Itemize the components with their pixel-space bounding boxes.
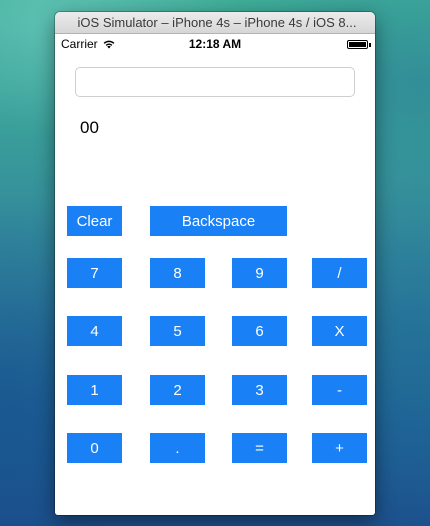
battery-level: [349, 42, 366, 47]
digit-3-button[interactable]: 3: [232, 375, 287, 405]
digit-4-button[interactable]: 4: [67, 316, 122, 346]
divide-button[interactable]: /: [312, 258, 367, 288]
minus-button[interactable]: -: [312, 375, 367, 405]
digit-9-button[interactable]: 9: [232, 258, 287, 288]
calculator-input-field[interactable]: [75, 67, 355, 97]
battery-tip: [369, 43, 371, 47]
digit-5-button[interactable]: 5: [150, 316, 205, 346]
simulator-window: iOS Simulator – iPhone 4s – iPhone 4s / …: [55, 12, 375, 515]
iphone-screen: Carrier 12:18 AM 00 Clear Backspace 7 8 …: [55, 34, 375, 515]
multiply-button[interactable]: X: [312, 316, 367, 346]
equals-button[interactable]: =: [232, 433, 287, 463]
status-time: 12:18 AM: [188, 37, 242, 51]
result-display: 00: [80, 118, 99, 137]
digit-7-button[interactable]: 7: [67, 258, 122, 288]
backspace-button[interactable]: Backspace: [150, 206, 287, 236]
digit-0-button[interactable]: 0: [67, 433, 122, 463]
digit-2-button[interactable]: 2: [150, 375, 205, 405]
clear-button[interactable]: Clear: [67, 206, 122, 236]
digit-8-button[interactable]: 8: [150, 258, 205, 288]
window-titlebar[interactable]: iOS Simulator – iPhone 4s – iPhone 4s / …: [55, 12, 375, 34]
calculator-input[interactable]: [76, 68, 354, 96]
decimal-button[interactable]: .: [150, 433, 205, 463]
digit-1-button[interactable]: 1: [67, 375, 122, 405]
status-bar: Carrier 12:18 AM: [55, 34, 375, 54]
plus-button[interactable]: +: [312, 433, 367, 463]
battery-icon: [347, 40, 368, 49]
window-title: iOS Simulator – iPhone 4s – iPhone 4s / …: [77, 15, 357, 30]
digit-6-button[interactable]: 6: [232, 316, 287, 346]
